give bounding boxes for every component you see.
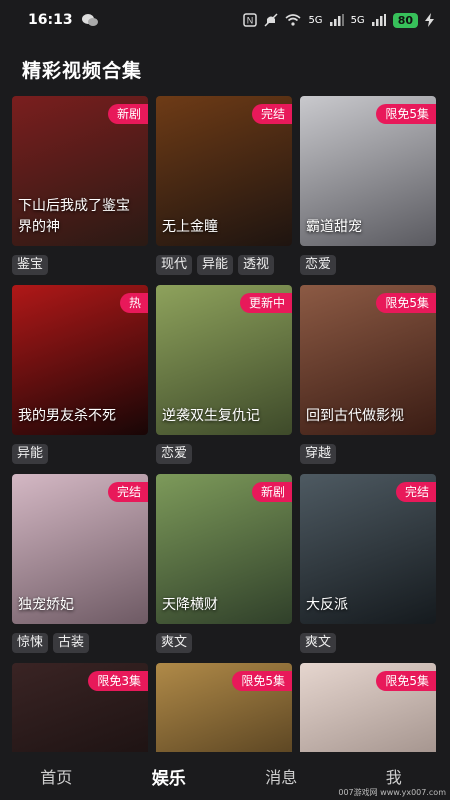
video-title: 独宠娇妃 xyxy=(18,597,74,613)
signal-icon-1 xyxy=(329,14,344,26)
video-poster[interactable]: 限免5集 xyxy=(156,663,292,754)
video-card[interactable]: 热 我的男友杀不死 异能 xyxy=(12,285,148,464)
status-badge: 更新中 xyxy=(239,293,292,313)
video-card[interactable]: 限免5集 xyxy=(156,663,292,754)
wifi-icon xyxy=(285,14,301,26)
genre-tag[interactable]: 异能 xyxy=(197,255,234,275)
tab-messages[interactable]: 消息 xyxy=(225,764,338,788)
video-card[interactable]: 新剧 天降横财 爽文 xyxy=(156,474,292,653)
network-label-2: 5G xyxy=(350,14,365,26)
genre-tag[interactable]: 异能 xyxy=(12,444,49,464)
tab-entertainment[interactable]: 娱乐 xyxy=(113,764,226,789)
wechat-icon xyxy=(81,14,98,26)
battery-level: 80 xyxy=(392,12,418,28)
video-card[interactable]: 更新中 逆袭双生复仇记 恋爱 xyxy=(156,285,292,464)
tag-list: 惊悚 古装 xyxy=(12,633,148,653)
svg-text:N: N xyxy=(247,16,254,26)
video-title: 无上金瞳 xyxy=(162,219,218,235)
tab-home[interactable]: 首页 xyxy=(0,764,113,788)
video-card[interactable]: 限免5集 回到古代做影视 穿越 xyxy=(300,285,436,464)
mute-icon xyxy=(264,13,278,27)
video-title: 回到古代做影视 xyxy=(306,408,404,424)
video-poster[interactable]: 更新中 逆袭双生复仇记 xyxy=(156,285,292,435)
status-badge: 限免5集 xyxy=(232,671,292,691)
status-badge: 限免5集 xyxy=(376,671,436,691)
status-badge: 新剧 xyxy=(107,104,148,124)
video-poster[interactable]: 限免3集 xyxy=(12,663,148,754)
tag-list: 鉴宝 xyxy=(12,255,148,275)
network-label-1: 5G xyxy=(308,14,323,26)
tag-list: 现代 异能 透视 xyxy=(156,255,292,275)
genre-tag[interactable]: 鉴宝 xyxy=(12,255,49,275)
status-bar: 16:13 N 5G 5G 80 xyxy=(0,0,450,40)
video-poster[interactable]: 热 我的男友杀不死 xyxy=(12,285,148,435)
genre-tag[interactable]: 透视 xyxy=(238,255,275,275)
video-poster[interactable]: 限免5集 霸道甜宠 xyxy=(300,96,436,246)
status-badge: 完结 xyxy=(107,482,148,502)
watermark: 007游戏网 www.yx007.com xyxy=(338,788,446,797)
genre-tag[interactable]: 穿越 xyxy=(300,444,337,464)
tab-me[interactable]: 我 xyxy=(338,764,450,788)
genre-tag[interactable]: 恋爱 xyxy=(156,444,193,464)
status-badge: 限免5集 xyxy=(376,104,436,124)
signal-icon-2 xyxy=(371,14,386,26)
video-card[interactable]: 限免3集 xyxy=(12,663,148,754)
video-poster[interactable]: 完结 无上金瞳 xyxy=(156,96,292,246)
genre-tag[interactable]: 现代 xyxy=(156,255,193,275)
status-badge: 完结 xyxy=(251,104,292,124)
status-badge: 新剧 xyxy=(251,482,292,502)
page-title: 精彩视频合集 xyxy=(22,60,143,82)
video-poster[interactable]: 完结 独宠娇妃 xyxy=(12,474,148,624)
tag-list: 穿越 xyxy=(300,444,436,464)
genre-tag[interactable]: 恋爱 xyxy=(300,255,337,275)
video-card[interactable]: 新剧 下山后我成了鉴宝界的神 鉴宝 xyxy=(12,96,148,275)
video-card[interactable]: 完结 无上金瞳 现代 异能 透视 xyxy=(156,96,292,275)
tag-list: 恋爱 xyxy=(156,444,292,464)
genre-tag[interactable]: 惊悚 xyxy=(12,633,49,653)
video-title: 我的男友杀不死 xyxy=(18,408,116,424)
video-poster[interactable]: 新剧 天降横财 xyxy=(156,474,292,624)
status-badge: 限免3集 xyxy=(88,671,148,691)
video-title: 霸道甜宠 xyxy=(306,219,362,235)
genre-tag[interactable]: 爽文 xyxy=(300,633,337,653)
status-time: 16:13 xyxy=(28,12,73,28)
genre-tag[interactable]: 古装 xyxy=(53,633,90,653)
video-poster[interactable]: 限免5集 回到古代做影视 xyxy=(300,285,436,435)
video-poster[interactable]: 新剧 下山后我成了鉴宝界的神 xyxy=(12,96,148,246)
nfc-icon: N xyxy=(243,13,258,27)
video-card[interactable]: 完结 大反派 爽文 xyxy=(300,474,436,653)
video-card[interactable]: 限免5集 霸道甜宠 恋爱 xyxy=(300,96,436,275)
video-title: 天降横财 xyxy=(162,597,218,613)
video-grid: 新剧 下山后我成了鉴宝界的神 鉴宝 完结 无上金瞳 现代 异能 透视 限免5集 … xyxy=(12,96,438,754)
status-badge: 完结 xyxy=(395,482,436,502)
genre-tag[interactable]: 爽文 xyxy=(156,633,193,653)
video-title: 逆袭双生复仇记 xyxy=(162,408,260,424)
tag-list: 异能 xyxy=(12,444,148,464)
video-title: 下山后我成了鉴宝界的神 xyxy=(18,198,130,235)
status-badge: 热 xyxy=(119,293,148,313)
tag-list: 爽文 xyxy=(300,633,436,653)
video-card[interactable]: 限免5集 xyxy=(300,663,436,754)
status-badge: 限免5集 xyxy=(376,293,436,313)
tag-list: 恋爱 xyxy=(300,255,436,275)
charging-icon xyxy=(425,13,434,27)
video-card[interactable]: 完结 独宠娇妃 惊悚 古装 xyxy=(12,474,148,653)
tag-list: 爽文 xyxy=(156,633,292,653)
video-title: 大反派 xyxy=(306,597,348,613)
video-poster[interactable]: 完结 大反派 xyxy=(300,474,436,624)
video-poster[interactable]: 限免5集 xyxy=(300,663,436,754)
